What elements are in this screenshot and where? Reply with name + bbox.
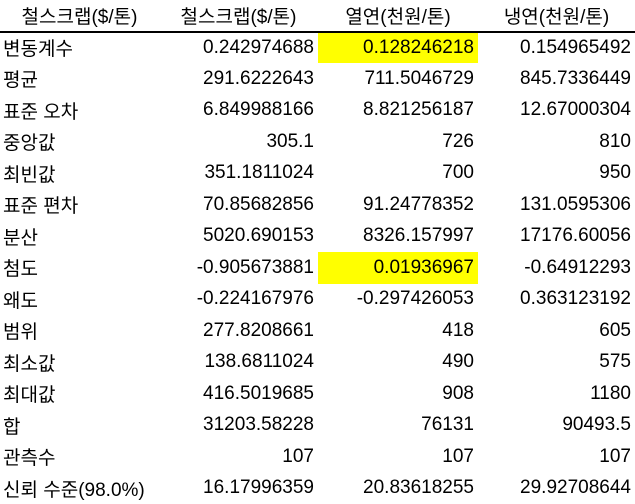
value-cell[interactable]: 76131: [318, 410, 478, 442]
value-cell[interactable]: 575: [478, 347, 635, 379]
value-cell[interactable]: 490: [318, 347, 478, 379]
row-label-cell[interactable]: 최대값: [0, 378, 159, 410]
table-row: 중앙값305.1726810: [0, 126, 635, 158]
value-cell[interactable]: 20.83618255: [318, 473, 478, 504]
row-label-cell[interactable]: 표준 오차: [0, 95, 159, 127]
header-cell[interactable]: 열연(천원/톤): [318, 0, 478, 32]
table-row: 최대값416.50196859081180: [0, 378, 635, 410]
value-cell[interactable]: 5020.690153: [159, 221, 318, 253]
statistics-table: 철스크랩($/톤) 철스크랩($/톤) 열연(천원/톤) 냉연(천원/톤) 변동…: [0, 0, 635, 504]
row-label-cell[interactable]: 첨도: [0, 252, 159, 284]
value-cell[interactable]: 0.154965492: [478, 32, 635, 64]
value-cell[interactable]: 416.5019685: [159, 378, 318, 410]
table-row: 신뢰 수준(98.0%)16.1799635920.8361825529.927…: [0, 473, 635, 504]
spreadsheet: 철스크랩($/톤) 철스크랩($/톤) 열연(천원/톤) 냉연(천원/톤) 변동…: [0, 0, 635, 492]
value-cell[interactable]: 90493.5: [478, 410, 635, 442]
value-cell[interactable]: 277.8208661: [159, 315, 318, 347]
table-row: 범위277.8208661418605: [0, 315, 635, 347]
header-cell[interactable]: 철스크랩($/톤): [159, 0, 318, 32]
value-cell[interactable]: 138.6811024: [159, 347, 318, 379]
value-cell[interactable]: 700: [318, 158, 478, 190]
value-cell[interactable]: 31203.58228: [159, 410, 318, 442]
value-cell[interactable]: 12.67000304: [478, 95, 635, 127]
value-cell[interactable]: 17176.60056: [478, 221, 635, 253]
row-label-cell[interactable]: 왜도: [0, 284, 159, 316]
header-cell[interactable]: 철스크랩($/톤): [0, 0, 159, 32]
row-label-cell[interactable]: 분산: [0, 221, 159, 253]
value-cell[interactable]: 6.849988166: [159, 95, 318, 127]
table-row: 첨도-0.9056738810.01936967-0.64912293: [0, 252, 635, 284]
row-label-cell[interactable]: 합: [0, 410, 159, 442]
value-cell[interactable]: 8.821256187: [318, 95, 478, 127]
value-cell[interactable]: 845.7336449: [478, 63, 635, 95]
value-cell[interactable]: 908: [318, 378, 478, 410]
table-row: 변동계수0.2429746880.1282462180.154965492: [0, 32, 635, 64]
row-label-cell[interactable]: 최빈값: [0, 158, 159, 190]
value-cell[interactable]: 107: [318, 441, 478, 473]
table-row: 왜도-0.224167976-0.2974260530.363123192: [0, 284, 635, 316]
value-cell[interactable]: 1180: [478, 378, 635, 410]
value-cell[interactable]: 351.1811024: [159, 158, 318, 190]
value-cell[interactable]: 950: [478, 158, 635, 190]
row-label-cell[interactable]: 변동계수: [0, 32, 159, 64]
table-row: 표준 오차6.8499881668.82125618712.67000304: [0, 95, 635, 127]
row-label-cell[interactable]: 신뢰 수준(98.0%): [0, 473, 159, 504]
header-row: 철스크랩($/톤) 철스크랩($/톤) 열연(천원/톤) 냉연(천원/톤): [0, 0, 635, 32]
value-cell[interactable]: -0.297426053: [318, 284, 478, 316]
table-row: 최빈값351.1811024700950: [0, 158, 635, 190]
value-cell[interactable]: 70.85682856: [159, 189, 318, 221]
row-label-cell[interactable]: 평균: [0, 63, 159, 95]
value-cell[interactable]: 711.5046729: [318, 63, 478, 95]
value-cell[interactable]: 107: [478, 441, 635, 473]
value-cell[interactable]: 8326.157997: [318, 221, 478, 253]
table-row: 관측수107107107: [0, 441, 635, 473]
table-row: 평균291.6222643711.5046729845.7336449: [0, 63, 635, 95]
value-cell[interactable]: 0.363123192: [478, 284, 635, 316]
header-cell[interactable]: 냉연(천원/톤): [478, 0, 635, 32]
table-row: 표준 편차70.8568285691.24778352131.0595306: [0, 189, 635, 221]
value-cell[interactable]: -0.905673881: [159, 252, 318, 284]
value-cell[interactable]: 107: [159, 441, 318, 473]
value-cell[interactable]: 810: [478, 126, 635, 158]
value-cell[interactable]: 0.242974688: [159, 32, 318, 64]
row-label-cell[interactable]: 중앙값: [0, 126, 159, 158]
value-cell[interactable]: 291.6222643: [159, 63, 318, 95]
value-cell[interactable]: -0.64912293: [478, 252, 635, 284]
value-cell[interactable]: 131.0595306: [478, 189, 635, 221]
value-cell[interactable]: 29.92708644: [478, 473, 635, 504]
value-cell[interactable]: 605: [478, 315, 635, 347]
value-cell[interactable]: 726: [318, 126, 478, 158]
highlighted-value-cell[interactable]: 0.128246218: [318, 32, 478, 64]
value-cell[interactable]: 305.1: [159, 126, 318, 158]
value-cell[interactable]: 91.24778352: [318, 189, 478, 221]
value-cell[interactable]: 418: [318, 315, 478, 347]
row-label-cell[interactable]: 관측수: [0, 441, 159, 473]
row-label-cell[interactable]: 범위: [0, 315, 159, 347]
value-cell[interactable]: 16.17996359: [159, 473, 318, 504]
table-row: 최소값138.6811024490575: [0, 347, 635, 379]
row-label-cell[interactable]: 최소값: [0, 347, 159, 379]
table-row: 합31203.582287613190493.5: [0, 410, 635, 442]
row-label-cell[interactable]: 표준 편차: [0, 189, 159, 221]
value-cell[interactable]: -0.224167976: [159, 284, 318, 316]
highlighted-value-cell[interactable]: 0.01936967: [318, 252, 478, 284]
table-row: 분산5020.6901538326.15799717176.60056: [0, 221, 635, 253]
